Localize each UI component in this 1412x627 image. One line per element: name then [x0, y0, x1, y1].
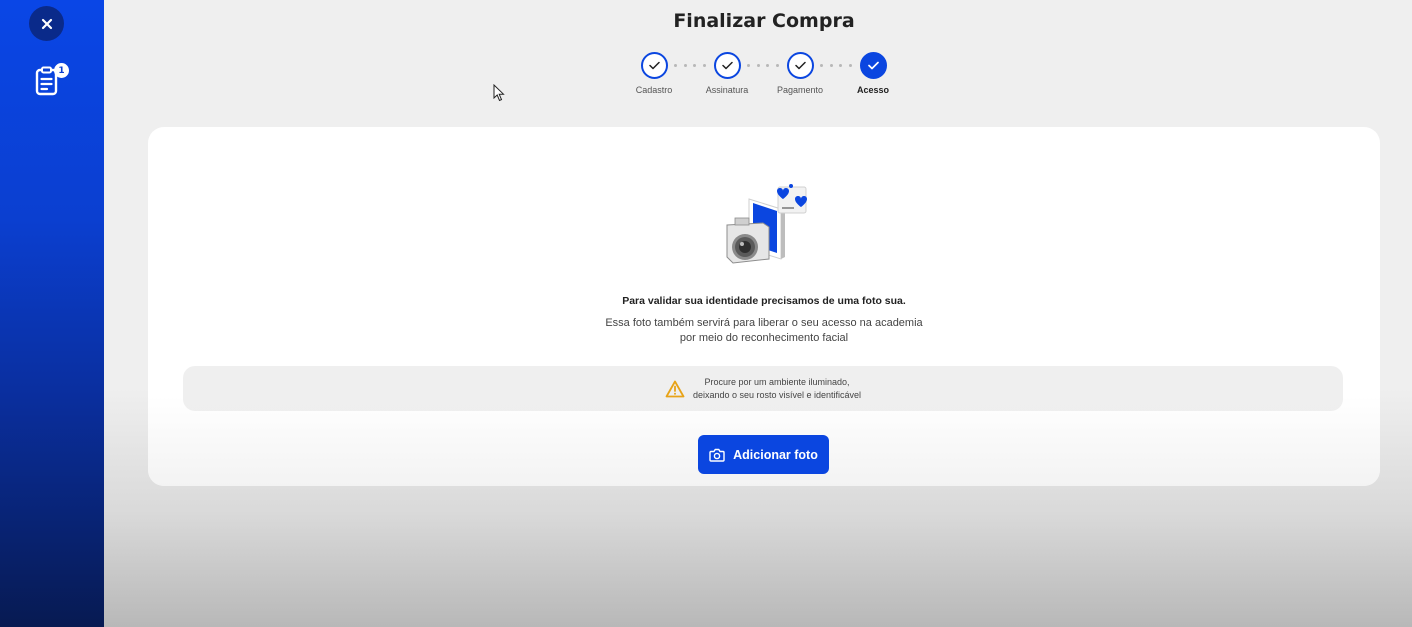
- step-active-indicator: [859, 52, 887, 79]
- document-button[interactable]: 1: [32, 63, 70, 97]
- tip-line: Procure por um ambiente iluminado,: [704, 376, 850, 387]
- camera-photo-illustration: [726, 184, 807, 264]
- lighting-tip: Procure por um ambiente iluminado, deixa…: [183, 366, 1343, 411]
- app: 1 Finalizar Compra Cadastro Assinatura P…: [0, 0, 1412, 627]
- step-complete-indicator: [713, 52, 741, 79]
- add-photo-button[interactable]: Adicionar foto: [698, 435, 829, 474]
- check-icon: [867, 61, 879, 70]
- step-acesso: Acesso: [828, 52, 918, 95]
- headline: Para validar sua identidade precisamos d…: [622, 295, 906, 307]
- check-icon: [794, 61, 806, 70]
- description: Essa foto também servirá para liberar o …: [148, 316, 1380, 346]
- tip-line: deixando o seu rosto visível e identific…: [692, 389, 862, 400]
- step-label: Acesso: [856, 85, 890, 95]
- notification-badge: 1: [54, 63, 69, 78]
- page-title: Finalizar Compra: [673, 10, 855, 32]
- check-icon: [721, 61, 733, 70]
- check-icon: [648, 61, 660, 70]
- description-line: por meio do reconhecimento facial: [679, 332, 849, 344]
- camera-icon: [709, 448, 725, 462]
- checkout-stepper: Cadastro Assinatura Pagamento Acesso: [104, 52, 1412, 102]
- description-line: Essa foto também servirá para liberar o …: [605, 317, 923, 329]
- main-content: Finalizar Compra Cadastro Assinatura Pag…: [104, 0, 1412, 627]
- step-complete-indicator: [786, 52, 814, 79]
- photo-upload-card: Para validar sua identidade precisamos d…: [148, 127, 1380, 486]
- sidebar: 1: [0, 0, 104, 627]
- warning-icon: [665, 380, 685, 397]
- close-icon: [41, 18, 52, 29]
- mouse-cursor-icon: [493, 84, 505, 102]
- tip-text: Procure por um ambiente iluminado, deixa…: [693, 376, 861, 402]
- close-button[interactable]: [29, 6, 64, 41]
- add-photo-label: Adicionar foto: [733, 447, 818, 462]
- step-complete-indicator: [640, 52, 668, 79]
